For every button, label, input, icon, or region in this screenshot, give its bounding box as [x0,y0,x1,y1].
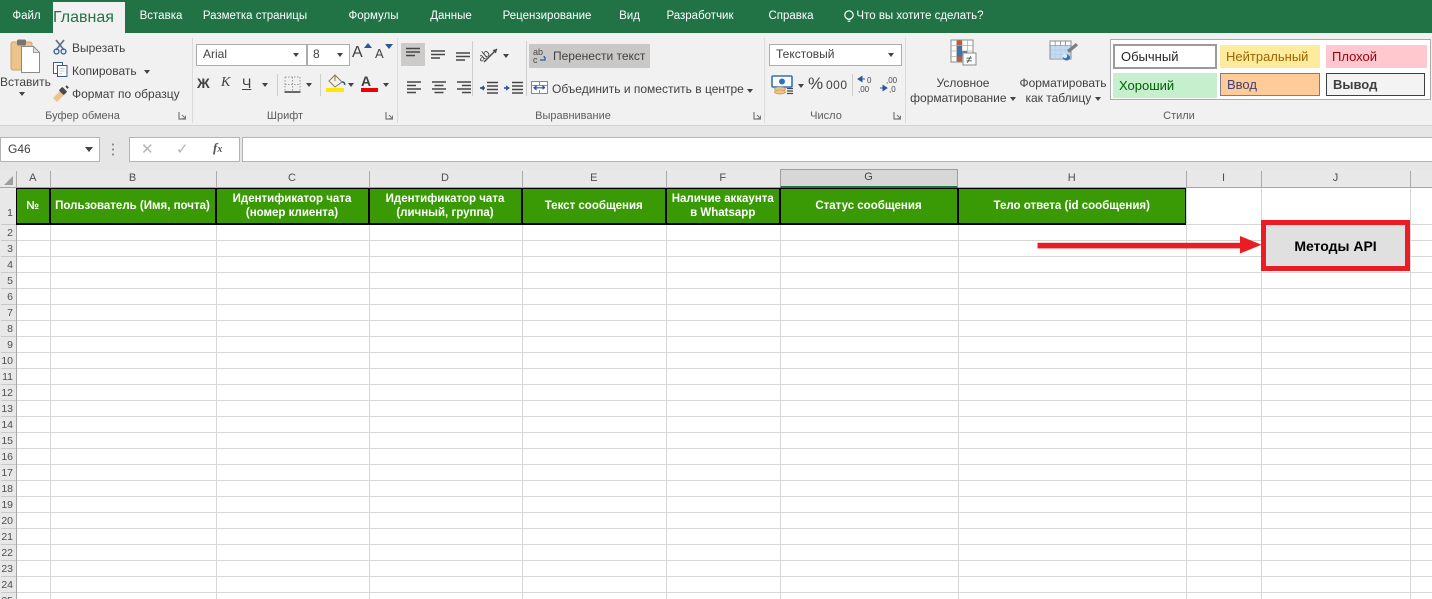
svg-text:≠: ≠ [966,54,972,66]
svg-text:,00: ,00 [886,76,898,85]
svg-text:,00: ,00 [858,85,870,94]
svg-text:c: c [533,55,538,64]
svg-text:0: 0 [867,76,872,85]
svg-text:,0: ,0 [889,85,896,94]
